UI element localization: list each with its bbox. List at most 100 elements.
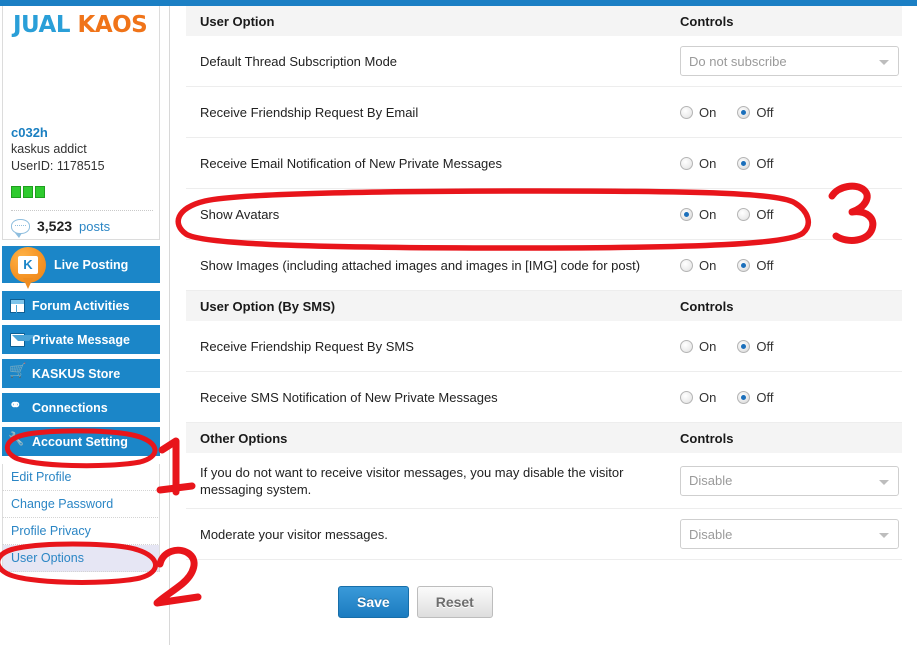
- sidebar-item-profile-privacy[interactable]: Profile Privacy: [2, 518, 160, 545]
- sidebar-item-forum-activities[interactable]: Forum Activities: [2, 291, 160, 320]
- option-label: Receive Friendship Request By SMS: [200, 338, 414, 354]
- user-options-form: User Option Controls Default Thread Subs…: [186, 6, 902, 618]
- radio-label: On: [699, 389, 717, 405]
- radio-group-email-notification-pm: On Off: [680, 156, 902, 171]
- speech-bubble-icon: [11, 218, 30, 238]
- radio-label: Off: [756, 206, 774, 222]
- profile-username[interactable]: c032h: [11, 125, 48, 140]
- section-title: User Option: [200, 13, 275, 29]
- sidebar-item-connections[interactable]: Connections: [2, 393, 160, 422]
- profile-divider: [11, 210, 153, 211]
- controls-column-header: Controls: [680, 298, 734, 314]
- select-disable-visitor-messaging[interactable]: Disable: [680, 465, 899, 496]
- logo-text-kaos: KAOS: [77, 12, 148, 38]
- chevron-down-icon: [879, 479, 889, 485]
- radio-group-show-images: On Off: [680, 258, 902, 273]
- radio-label: On: [699, 104, 717, 120]
- select-moderate-visitor-messages[interactable]: Disable: [680, 519, 899, 549]
- radio-on[interactable]: On: [680, 390, 716, 405]
- section-title: User Option (By SMS): [200, 298, 336, 314]
- sidebar-item-label: Account Setting: [32, 434, 128, 449]
- form-button-bar: Save Reset: [186, 560, 902, 618]
- site-logo[interactable]: JUAL KAOS: [13, 12, 163, 46]
- section-title: Other Options: [200, 430, 288, 446]
- radio-group-friendship-request-email: On Off: [680, 105, 902, 120]
- radio-off[interactable]: Off: [737, 156, 773, 171]
- radio-label: On: [699, 155, 717, 171]
- save-button[interactable]: Save: [338, 586, 409, 618]
- option-label: If you do not want to receive visitor me…: [200, 464, 624, 497]
- radio-off[interactable]: Off: [737, 207, 773, 222]
- reputation-badge-icon: [35, 186, 45, 198]
- radio-off[interactable]: Off: [737, 390, 773, 405]
- controls-column-header: Controls: [680, 430, 734, 446]
- option-row-show-images: Show Images (including attached images a…: [186, 240, 902, 291]
- radio-label: Off: [756, 338, 774, 354]
- sidebar-item-change-password[interactable]: Change Password: [2, 491, 160, 518]
- reputation-badge-icon: [23, 186, 33, 198]
- radio-label: Off: [756, 257, 774, 273]
- radio-dot-icon: [680, 339, 693, 353]
- posts-count-label[interactable]: posts: [79, 219, 110, 234]
- radio-label: On: [699, 338, 717, 354]
- section-header-user-option: User Option Controls: [186, 6, 902, 36]
- radio-label: On: [699, 206, 717, 222]
- profile-userid: UserID: 1178515: [11, 159, 105, 173]
- radio-dot-icon: [737, 207, 751, 221]
- radio-off[interactable]: Off: [737, 105, 773, 120]
- sidebar-item-user-options[interactable]: User Options: [2, 545, 160, 572]
- reset-button[interactable]: Reset: [416, 586, 493, 618]
- chevron-down-icon: [879, 533, 889, 538]
- sidebar-subnav: Edit Profile Change Password Profile Pri…: [2, 464, 160, 572]
- radio-on[interactable]: On: [680, 207, 716, 222]
- option-label: Receive SMS Notification of New Private …: [200, 389, 498, 405]
- select-default-thread-subscription[interactable]: Do not subscribe: [680, 46, 899, 76]
- radio-dot-icon: [737, 390, 751, 404]
- radio-dot-icon: [737, 156, 751, 170]
- sidebar-nav: K Live Posting Forum Activities Private …: [2, 246, 160, 461]
- sidebar-item-edit-profile[interactable]: Edit Profile: [2, 464, 160, 491]
- select-value: Do not subscribe: [689, 53, 787, 69]
- option-row-show-avatars: Show Avatars On Off: [186, 189, 902, 240]
- option-label: Moderate your visitor messages.: [200, 526, 388, 542]
- sidebar-item-label: Forum Activities: [32, 298, 130, 313]
- sidebar-item-label: Connections: [32, 400, 108, 415]
- forum-window-icon: [10, 298, 25, 313]
- radio-group-friendship-request-sms: On Off: [680, 339, 902, 354]
- radio-on[interactable]: On: [680, 105, 716, 120]
- radio-off[interactable]: Off: [737, 258, 773, 273]
- sidebar-subitem-label: Change Password: [11, 497, 114, 511]
- radio-on[interactable]: On: [680, 339, 716, 354]
- radio-group-sms-notification-pm: On Off: [680, 390, 902, 405]
- posts-count-value: 3,523: [37, 218, 73, 234]
- radio-dot-icon: [680, 258, 693, 272]
- option-label: Receive Email Notification of New Privat…: [200, 155, 503, 171]
- sidebar-item-label: Live Posting: [54, 257, 129, 272]
- option-row-friendship-request-email: Receive Friendship Request By Email On O…: [186, 87, 902, 138]
- radio-on[interactable]: On: [680, 258, 716, 273]
- radio-off[interactable]: Off: [737, 339, 773, 354]
- chevron-down-icon: [879, 60, 889, 65]
- radio-dot-icon: [680, 390, 693, 404]
- select-value: Disable: [689, 526, 733, 542]
- profile-card: JUAL KAOS c032h kaskus addict UserID: 11…: [2, 6, 160, 240]
- option-row-disable-visitor-messaging: If you do not want to receive visitor me…: [186, 453, 902, 509]
- posts-counter: 3,523 posts: [11, 218, 110, 238]
- sidebar-item-private-message[interactable]: Private Message: [2, 325, 160, 354]
- sidebar-item-label: Private Message: [32, 332, 130, 347]
- sidebar-subitem-label: Profile Privacy: [11, 524, 91, 538]
- option-label: Show Images (including attached images a…: [200, 257, 641, 273]
- option-row-email-notification-pm: Receive Email Notification of New Privat…: [186, 138, 902, 189]
- sidebar-item-label: KASKUS Store: [32, 366, 121, 381]
- shopping-cart-icon: [9, 362, 26, 381]
- sidebar-item-account-setting[interactable]: Account Setting: [2, 427, 160, 456]
- radio-dot-icon: [680, 207, 693, 221]
- sidebar-item-live-posting[interactable]: K Live Posting: [2, 246, 160, 289]
- controls-column-header: Controls: [680, 13, 734, 29]
- radio-label: On: [699, 257, 717, 273]
- radio-label: Off: [756, 155, 774, 171]
- logo-text-jual: JUAL: [13, 12, 70, 38]
- sidebar-item-kaskus-store[interactable]: KASKUS Store: [2, 359, 160, 388]
- option-row-sms-notification-pm: Receive SMS Notification of New Private …: [186, 372, 902, 423]
- radio-on[interactable]: On: [680, 156, 716, 171]
